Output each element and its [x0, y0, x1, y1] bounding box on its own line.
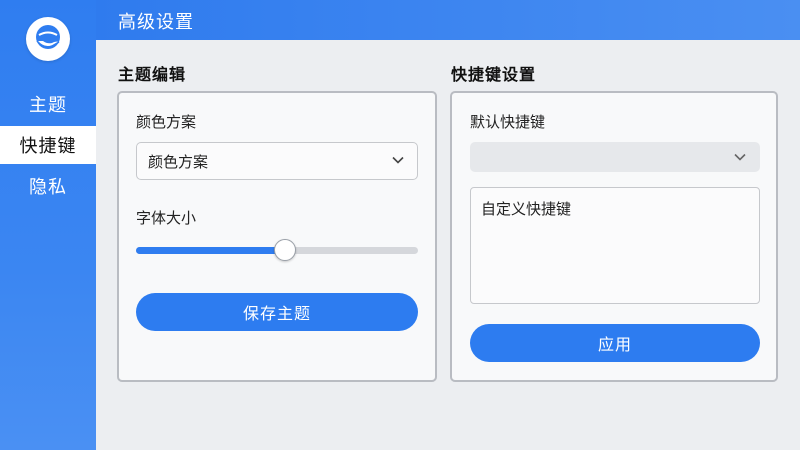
apply-button[interactable]: 应用: [470, 324, 760, 362]
sidebar: 主题 快捷键 隐私: [0, 0, 96, 450]
default-shortcut-label: 默认快捷键: [470, 113, 546, 131]
sidebar-item-label: 隐私: [29, 177, 67, 198]
font-size-label: 字体大小: [136, 209, 197, 227]
sidebar-item-theme[interactable]: 主题: [0, 85, 96, 123]
theme-editor-card: 颜色方案 颜色方案 字体大小 保存主题: [117, 91, 437, 382]
save-theme-button[interactable]: 保存主题: [136, 293, 418, 331]
sidebar-item-label: 快捷键: [19, 136, 77, 157]
hand-globe-logo-icon: [36, 25, 60, 49]
font-size-slider[interactable]: [136, 239, 418, 261]
sidebar-item-privacy[interactable]: 隐私: [0, 167, 96, 205]
custom-shortcut-textarea[interactable]: 自定义快捷键: [470, 187, 760, 304]
sidebar-item-shortcuts[interactable]: 快捷键: [0, 126, 96, 164]
slider-thumb[interactable]: [274, 239, 297, 261]
default-shortcut-select[interactable]: [470, 142, 760, 172]
shortcut-settings-card: 默认快捷键 自定义快捷键 应用: [450, 91, 778, 382]
slider-fill: [136, 247, 286, 254]
save-theme-label: 保存主题: [242, 304, 311, 323]
color-scheme-label: 颜色方案: [136, 113, 197, 131]
header-bar: 高级设置: [96, 0, 800, 40]
sidebar-item-label: 主题: [29, 95, 67, 116]
chevron-down-icon: [392, 156, 404, 164]
shortcut-settings-title: 快捷键设置: [451, 65, 537, 84]
page-title: 高级设置: [118, 12, 194, 33]
color-scheme-value: 颜色方案: [148, 153, 209, 171]
custom-shortcut-text: 自定义快捷键: [481, 200, 572, 218]
apply-label: 应用: [597, 335, 632, 354]
app-logo: [26, 17, 70, 61]
chevron-down-icon: [734, 153, 746, 161]
theme-editor-title: 主题编辑: [118, 65, 187, 84]
color-scheme-select[interactable]: 颜色方案: [136, 142, 418, 180]
